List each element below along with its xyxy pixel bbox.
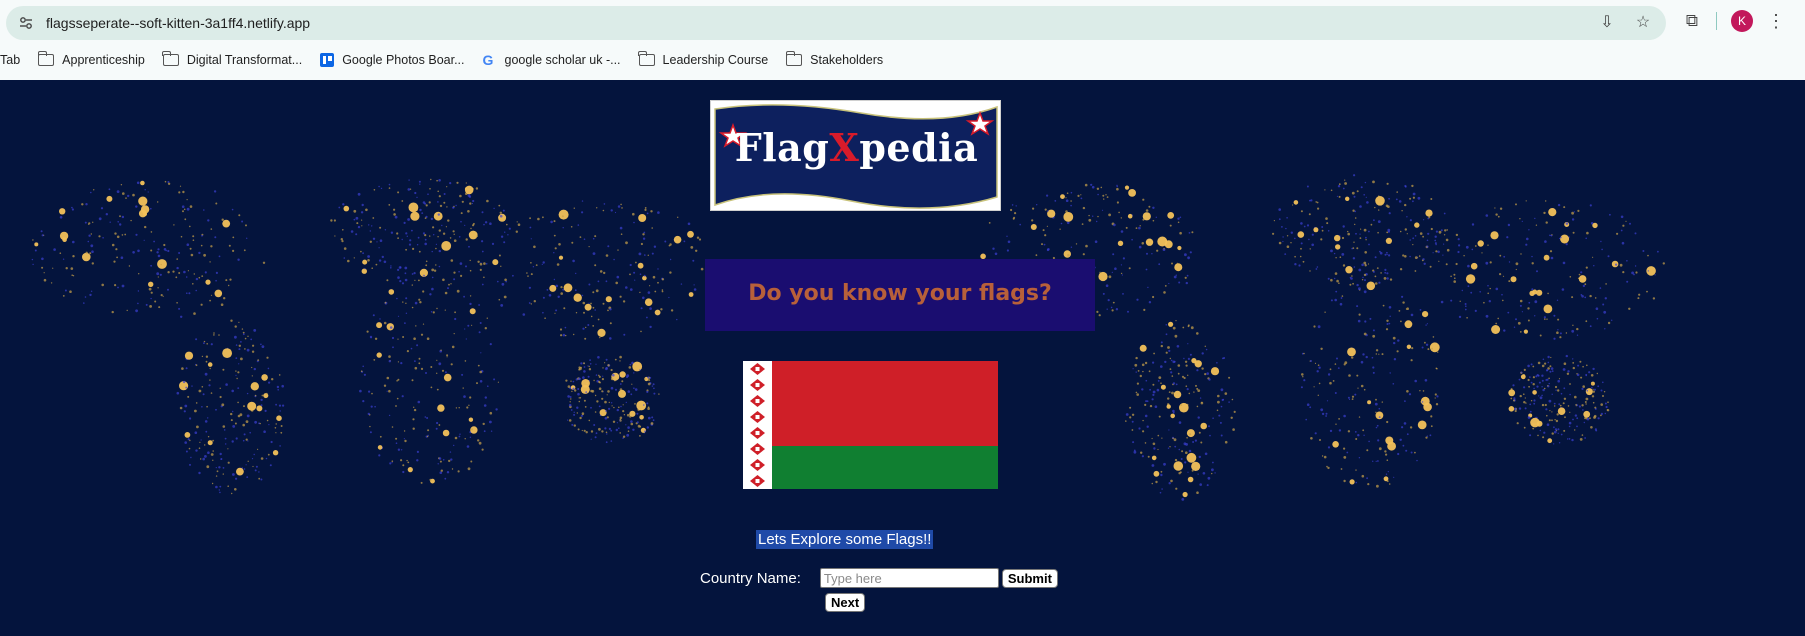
folder-icon xyxy=(162,51,179,66)
country-name-input[interactable] xyxy=(819,568,999,588)
country-name-label: Country Name: xyxy=(700,569,801,587)
bookmark-google-photos-board[interactable]: Google Photos Boar... xyxy=(320,53,465,67)
quiz-banner: Do you know your flags? xyxy=(705,259,1095,331)
logo-text: FlagXpedia xyxy=(734,125,979,170)
trello-icon xyxy=(320,53,335,67)
folder-icon xyxy=(37,51,55,66)
explore-heading: Lets Explore some Flags!! xyxy=(756,530,934,549)
extensions-icon[interactable]: ⧉ xyxy=(1682,11,1702,31)
browser-menu-icon[interactable]: ⋮ xyxy=(1767,11,1785,31)
page-body: FlagXpedia Do you know your flags? Lets … xyxy=(0,80,1805,636)
profile-avatar[interactable]: K xyxy=(1731,10,1753,32)
quiz-title: Do you know your flags? xyxy=(748,281,1052,306)
folder-icon xyxy=(785,51,803,66)
toolbar-divider xyxy=(1716,12,1717,30)
guess-form: Country Name: Submit xyxy=(700,568,1058,588)
bookmark-apprenticeship[interactable]: Apprenticeship xyxy=(37,51,145,67)
next-button[interactable]: Next xyxy=(825,593,866,612)
bookmark-tab[interactable]: Tab xyxy=(0,53,20,67)
address-bar[interactable]: flagsseperate--soft-kitten-3a1ff4.netlif… xyxy=(6,6,1666,40)
site-logo[interactable]: FlagXpedia xyxy=(710,100,1001,211)
bookmark-leadership-course[interactable]: Leadership Course xyxy=(638,51,768,67)
flag-image xyxy=(743,361,998,489)
bookmark-google-scholar[interactable]: G google scholar uk -... xyxy=(483,52,621,68)
site-info-icon[interactable] xyxy=(18,15,34,31)
google-icon: G xyxy=(482,52,494,68)
bookmark-digital-transformation[interactable]: Digital Transformat... xyxy=(162,51,302,67)
install-app-icon[interactable]: ⇩ xyxy=(1598,14,1616,32)
submit-button[interactable]: Submit xyxy=(1001,568,1058,588)
url-text[interactable]: flagsseperate--soft-kitten-3a1ff4.netlif… xyxy=(46,15,310,31)
bookmark-stakeholders[interactable]: Stakeholders xyxy=(785,51,883,67)
bookmark-star-icon[interactable]: ☆ xyxy=(1634,14,1652,32)
bookmarks-bar: Tab Apprenticeship Digital Transformat..… xyxy=(0,48,901,72)
browser-chrome: flagsseperate--soft-kitten-3a1ff4.netlif… xyxy=(0,0,1805,80)
folder-icon xyxy=(638,51,655,66)
